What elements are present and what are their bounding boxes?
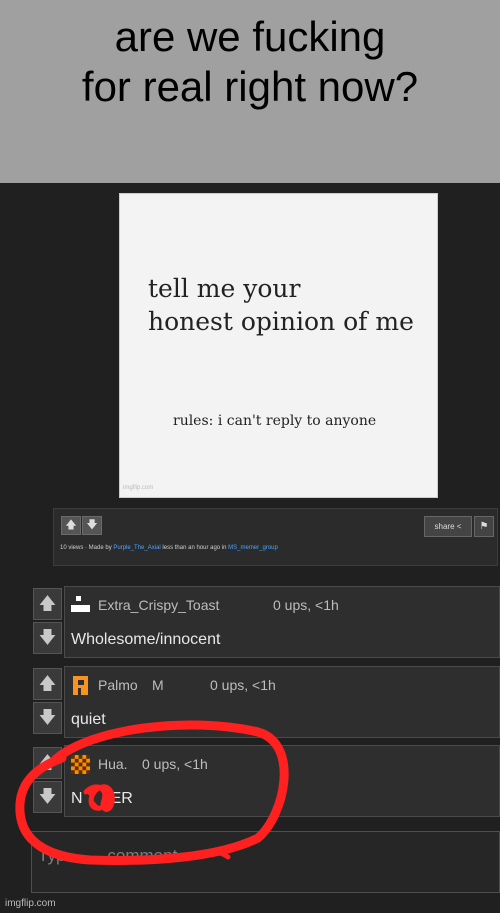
red-scribble-censor [83,784,115,812]
red-circle-annotation [15,720,289,865]
red-scribble-overlay [15,720,289,865]
imgflip-watermark: imgflip.com [5,898,56,909]
